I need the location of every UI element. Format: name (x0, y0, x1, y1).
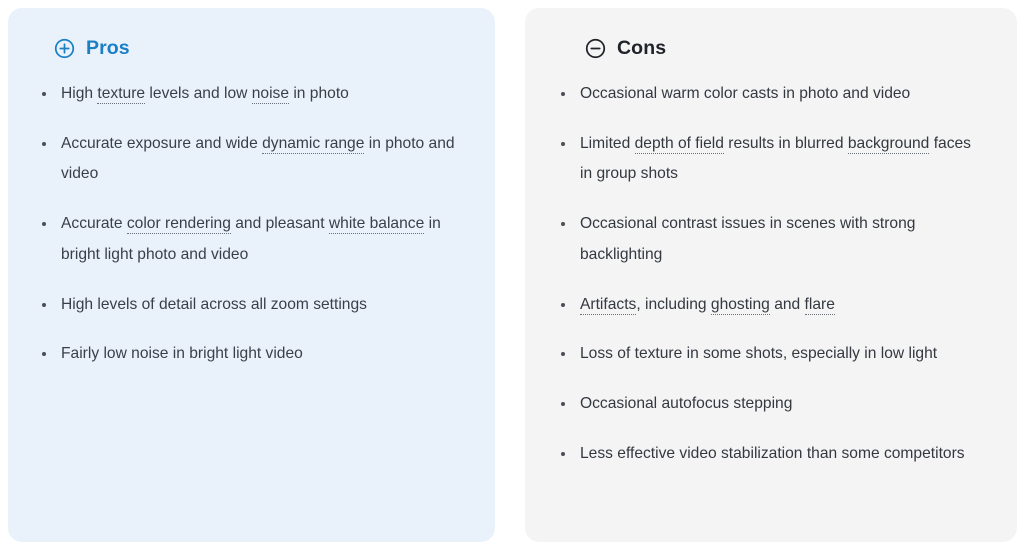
item-text: High levels of detail across all zoom se… (61, 295, 367, 313)
item-text: Loss of texture in some shots, especiall… (580, 345, 938, 363)
item-text: in photo (289, 85, 349, 102)
pros-header: Pros (54, 38, 465, 59)
cons-list-item: Occasional contrast issues in scenes wit… (559, 209, 987, 270)
item-text: Occasional warm color casts in photo and… (580, 85, 911, 102)
glossary-term[interactable]: white balance (328, 215, 425, 235)
glossary-term[interactable]: noise (251, 85, 289, 104)
cons-list-item: Limited depth of field results in blurre… (559, 129, 987, 190)
glossary-term[interactable]: Artifacts (580, 295, 637, 315)
item-text: Accurate (61, 215, 127, 233)
minus-circle-icon (585, 38, 606, 59)
cons-header: Cons (585, 38, 987, 59)
cons-panel: Cons Occasional warm color casts in phot… (525, 8, 1017, 542)
item-text: Limited (580, 134, 635, 152)
item-text: results in blurred (723, 134, 848, 152)
glossary-term[interactable]: flare (804, 295, 835, 315)
cons-list-item: Loss of texture in some shots, especiall… (559, 339, 987, 370)
pros-list-item: High texture levels and low noise in pho… (40, 79, 465, 110)
item-text: Accurate exposure and wide (61, 134, 263, 152)
glossary-term[interactable]: depth of field (634, 134, 724, 154)
pros-list-item: High levels of detail across all zoom se… (40, 290, 465, 321)
item-text: Occasional autofocus stepping (580, 395, 793, 413)
cons-title: Cons (617, 36, 667, 59)
glossary-term[interactable]: ghosting (710, 295, 770, 315)
item-text: and pleasant (230, 215, 329, 233)
glossary-term[interactable]: color rendering (126, 215, 231, 235)
item-text: Less effective video stabilization than … (580, 444, 965, 462)
cons-list-item: Artifacts, including ghosting and flare (559, 290, 987, 321)
glossary-term[interactable]: dynamic range (262, 134, 365, 154)
pros-panel: Pros High texture levels and low noise i… (8, 8, 495, 542)
pros-cons-board: Pros High texture levels and low noise i… (0, 0, 1024, 552)
item-text: and (769, 295, 805, 313)
pros-list-item: Accurate color rendering and pleasant wh… (40, 209, 465, 270)
pros-list: High texture levels and low noise in pho… (40, 79, 465, 370)
item-text: High (61, 85, 98, 102)
cons-list-item: Less effective video stabilization than … (559, 439, 987, 470)
cons-list-item: Occasional autofocus stepping (559, 389, 987, 420)
glossary-term[interactable]: background (847, 134, 930, 154)
item-text: Occasional contrast issues in scenes wit… (580, 215, 916, 263)
pros-list-item: Accurate exposure and wide dynamic range… (40, 129, 465, 190)
item-text: levels and low (145, 85, 252, 102)
pros-list-item: Fairly low noise in bright light video (40, 339, 465, 370)
glossary-term[interactable]: texture (97, 85, 146, 104)
cons-list: Occasional warm color casts in photo and… (559, 79, 987, 469)
item-text: Fairly low noise in bright light video (61, 345, 303, 363)
pros-title: Pros (86, 36, 130, 59)
item-text: , including (636, 295, 711, 313)
plus-circle-icon (54, 38, 75, 59)
cons-list-item: Occasional warm color casts in photo and… (559, 79, 987, 110)
